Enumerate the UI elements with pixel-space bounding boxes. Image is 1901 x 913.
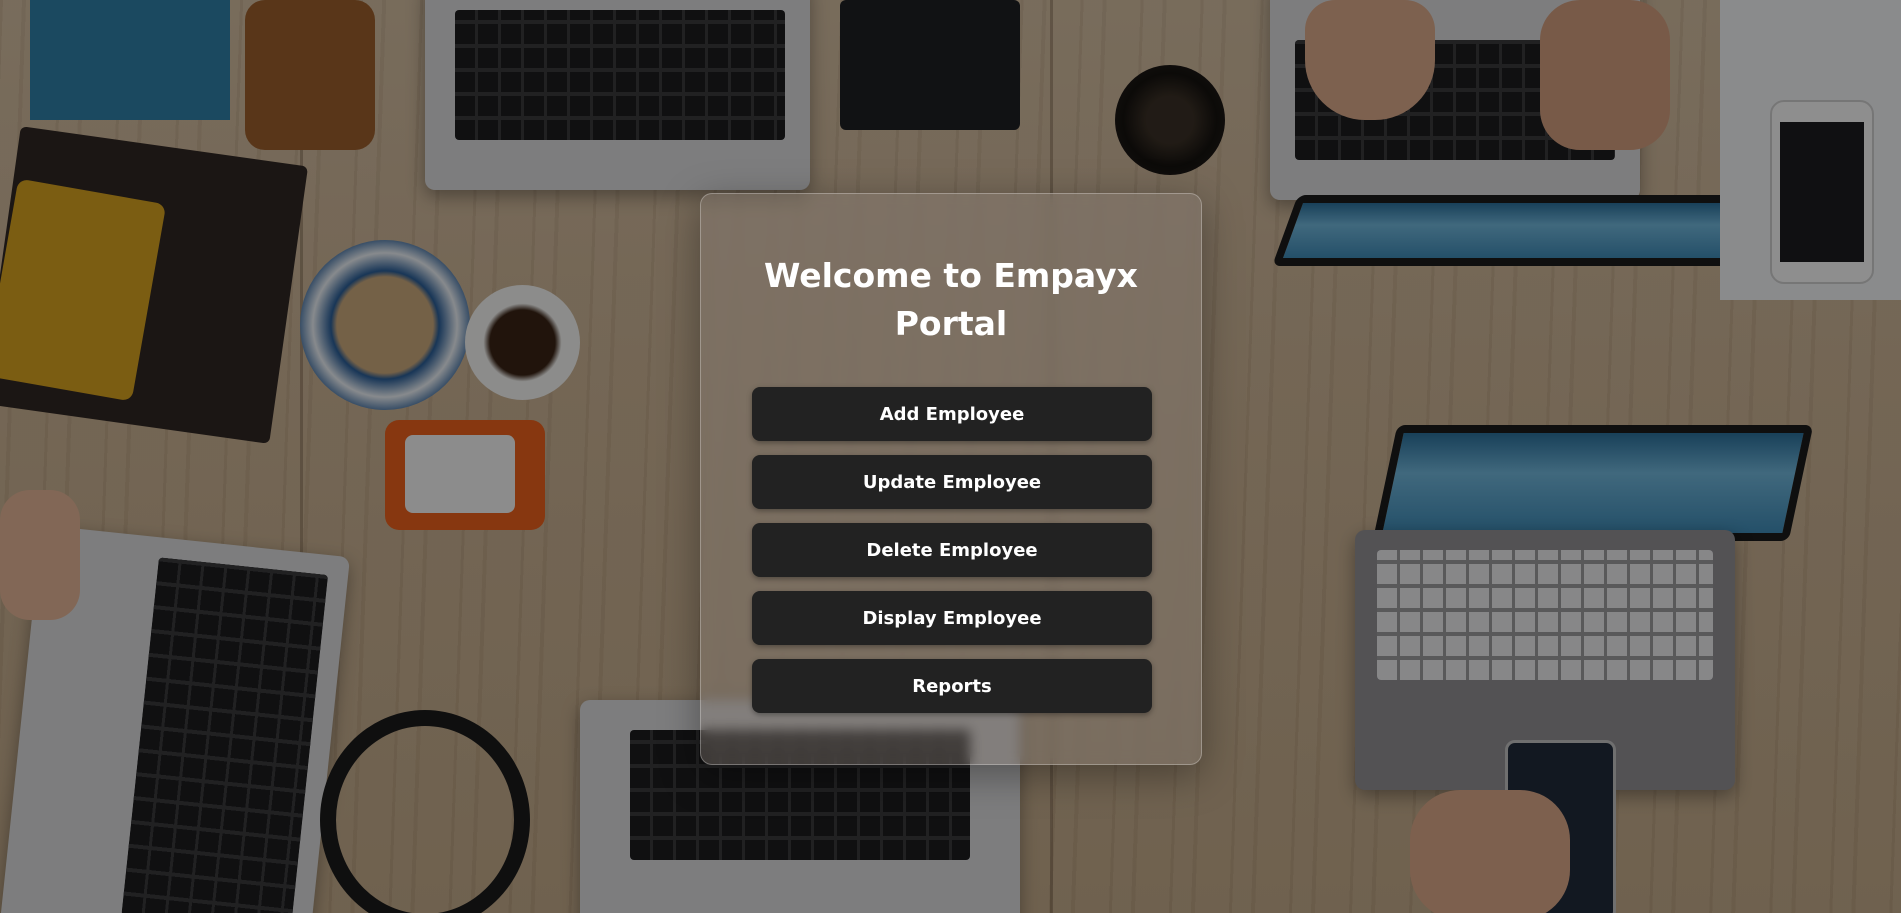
page-title: Welcome to Empayx Portal — [761, 252, 1141, 348]
delete-employee-button[interactable]: Delete Employee — [752, 523, 1152, 577]
background-photo-desk: Welcome to Empayx Portal Add Employee Up… — [0, 0, 1901, 913]
update-employee-button[interactable]: Update Employee — [752, 455, 1152, 509]
reports-button[interactable]: Reports — [752, 659, 1152, 713]
title-line-2: Portal — [894, 304, 1008, 343]
add-employee-button[interactable]: Add Employee — [752, 387, 1152, 441]
welcome-card: Welcome to Empayx Portal Add Employee Up… — [700, 193, 1202, 765]
display-employee-button[interactable]: Display Employee — [752, 591, 1152, 645]
title-line-1: Welcome to Empayx — [764, 256, 1138, 295]
